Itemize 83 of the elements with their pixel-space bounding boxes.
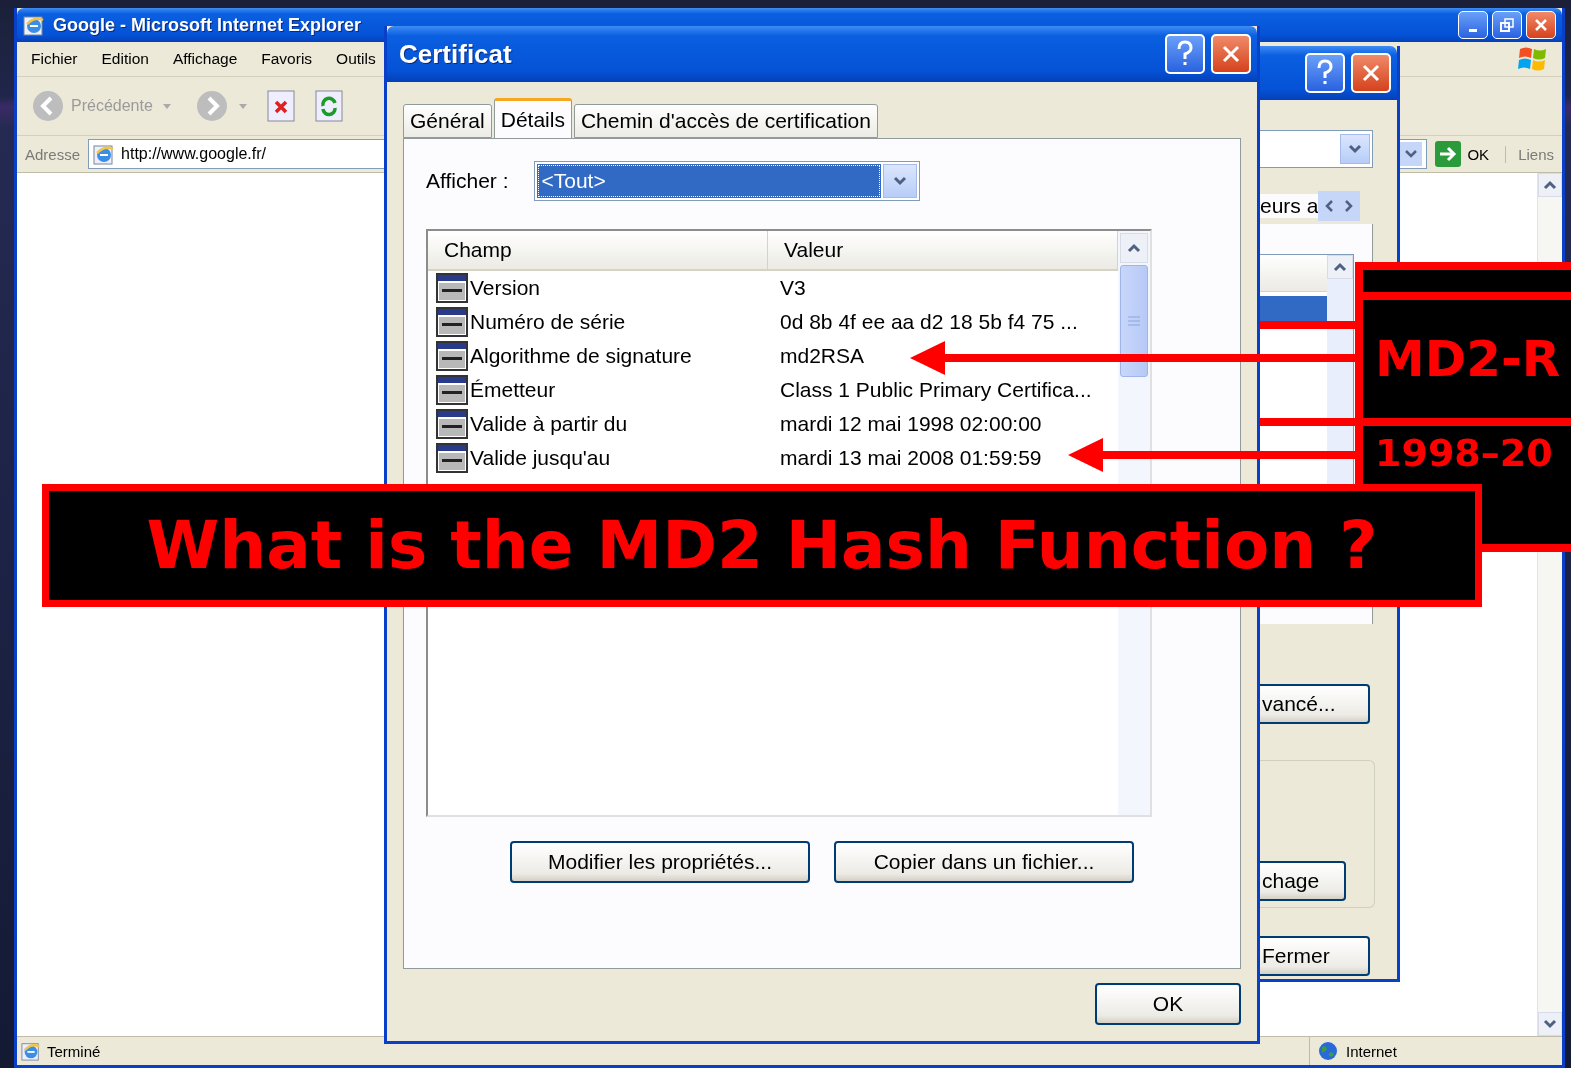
field-value: Class 1 Public Primary Certifica... bbox=[779, 378, 1093, 402]
address-label: Adresse bbox=[25, 145, 81, 163]
advanced-button[interactable]: vancé... bbox=[1260, 684, 1370, 724]
grip-icon bbox=[1128, 316, 1140, 326]
scroll-up-icon bbox=[1543, 180, 1557, 190]
field-value: mardi 13 mai 2008 01:59:59 bbox=[779, 446, 1043, 470]
dropdown-button[interactable] bbox=[1400, 142, 1423, 166]
caret-icon bbox=[238, 103, 247, 109]
minimize-button[interactable] bbox=[1458, 11, 1488, 39]
tab[interactable]: Chemin d'accès de certification bbox=[573, 104, 878, 138]
scroll-up-icon bbox=[1333, 262, 1347, 272]
close-icon bbox=[1221, 44, 1241, 64]
ie-icon bbox=[23, 14, 45, 36]
edit-properties-button[interactable]: Modifier les propriétés... bbox=[510, 841, 810, 883]
callout-text: 1998–20 bbox=[1375, 434, 1553, 472]
dropdown-field[interactable] bbox=[1260, 130, 1373, 168]
ie-icon bbox=[93, 143, 116, 165]
minimize-icon bbox=[1469, 28, 1477, 32]
field-icon bbox=[436, 375, 468, 405]
field-name: Valide jusqu'au bbox=[470, 446, 611, 470]
caret-icon bbox=[893, 176, 908, 186]
scroll-down-icon bbox=[1543, 1019, 1557, 1029]
window-title: Google - Microsoft Internet Explorer bbox=[53, 14, 362, 36]
field-name: Version bbox=[470, 276, 541, 300]
question-text: What is the MD2 Hash Function ? bbox=[146, 507, 1378, 584]
help-button[interactable] bbox=[1305, 53, 1345, 93]
status-text: Terminé bbox=[47, 1042, 101, 1060]
close-button[interactable] bbox=[1211, 34, 1251, 74]
tab[interactable]: eurs a bbox=[1260, 194, 1319, 218]
display-button[interactable]: chage bbox=[1260, 861, 1346, 901]
scroll-up-button[interactable] bbox=[1327, 255, 1353, 279]
caret-icon bbox=[1348, 144, 1362, 154]
go-button[interactable]: OK bbox=[1435, 141, 1490, 167]
scroll-down-button[interactable] bbox=[1538, 1012, 1562, 1036]
tab-scroll-buttons[interactable] bbox=[1318, 191, 1361, 221]
dialog-title: Certificat bbox=[399, 38, 512, 70]
field-name: Numéro de série bbox=[470, 310, 626, 334]
help-button[interactable] bbox=[1165, 34, 1205, 74]
scroll-up-icon bbox=[1127, 243, 1141, 253]
field-name: Algorithme de signature bbox=[470, 344, 692, 368]
field-name: Valide à partir du bbox=[470, 412, 628, 436]
field-value: mardi 12 mai 1998 02:00:00 bbox=[779, 412, 1043, 436]
stop-button[interactable] bbox=[266, 90, 295, 122]
refresh-button[interactable] bbox=[314, 90, 343, 122]
help-icon bbox=[1315, 59, 1335, 87]
zone-text: Internet bbox=[1346, 1042, 1397, 1060]
ie-icon bbox=[21, 1041, 41, 1061]
ok-button[interactable]: OK bbox=[1095, 983, 1241, 1025]
menu-item[interactable]: Outils bbox=[336, 50, 376, 68]
restore-icon bbox=[1500, 18, 1514, 32]
links-button[interactable]: Liens bbox=[1505, 145, 1554, 163]
field-icon bbox=[436, 273, 468, 303]
close-dialog-button[interactable]: Fermer bbox=[1260, 936, 1370, 976]
menu-item[interactable]: Favoris bbox=[261, 50, 313, 68]
field-icon bbox=[436, 443, 468, 473]
scroll-thumb[interactable] bbox=[1120, 265, 1148, 377]
show-select[interactable]: <Tout> bbox=[534, 161, 921, 201]
field-name: Émetteur bbox=[470, 378, 556, 402]
show-label: Afficher : bbox=[426, 169, 509, 193]
globe-icon bbox=[1318, 1041, 1338, 1061]
copy-to-file-button[interactable]: Copier dans un fichier... bbox=[834, 841, 1134, 883]
menu-item[interactable]: Affichage bbox=[172, 50, 238, 68]
field-icon bbox=[436, 341, 468, 371]
help-icon bbox=[1175, 40, 1195, 68]
close-icon bbox=[1534, 18, 1548, 32]
close-icon bbox=[1361, 63, 1381, 83]
tab[interactable]: Général bbox=[403, 104, 492, 138]
menu-item[interactable]: Fichier bbox=[31, 50, 78, 68]
tab[interactable]: Détails bbox=[493, 98, 572, 138]
field-value: md2RSA bbox=[779, 344, 866, 368]
field-value: 0d 8b 4f ee aa d2 18 5b f4 75 ... bbox=[779, 310, 1079, 334]
close-button[interactable] bbox=[1351, 53, 1391, 93]
windows-logo-icon bbox=[1518, 45, 1548, 73]
menu-item[interactable]: Edition bbox=[101, 50, 149, 68]
caret-icon bbox=[162, 103, 171, 109]
field-value: V3 bbox=[779, 276, 807, 300]
callout-text: MD2-R bbox=[1375, 334, 1561, 384]
field-icon bbox=[436, 409, 468, 439]
restore-button[interactable] bbox=[1492, 11, 1522, 39]
close-button[interactable] bbox=[1526, 11, 1556, 39]
scroll-up-button[interactable] bbox=[1538, 173, 1562, 197]
field-icon bbox=[436, 307, 468, 337]
column-header[interactable]: Champ bbox=[428, 231, 768, 269]
